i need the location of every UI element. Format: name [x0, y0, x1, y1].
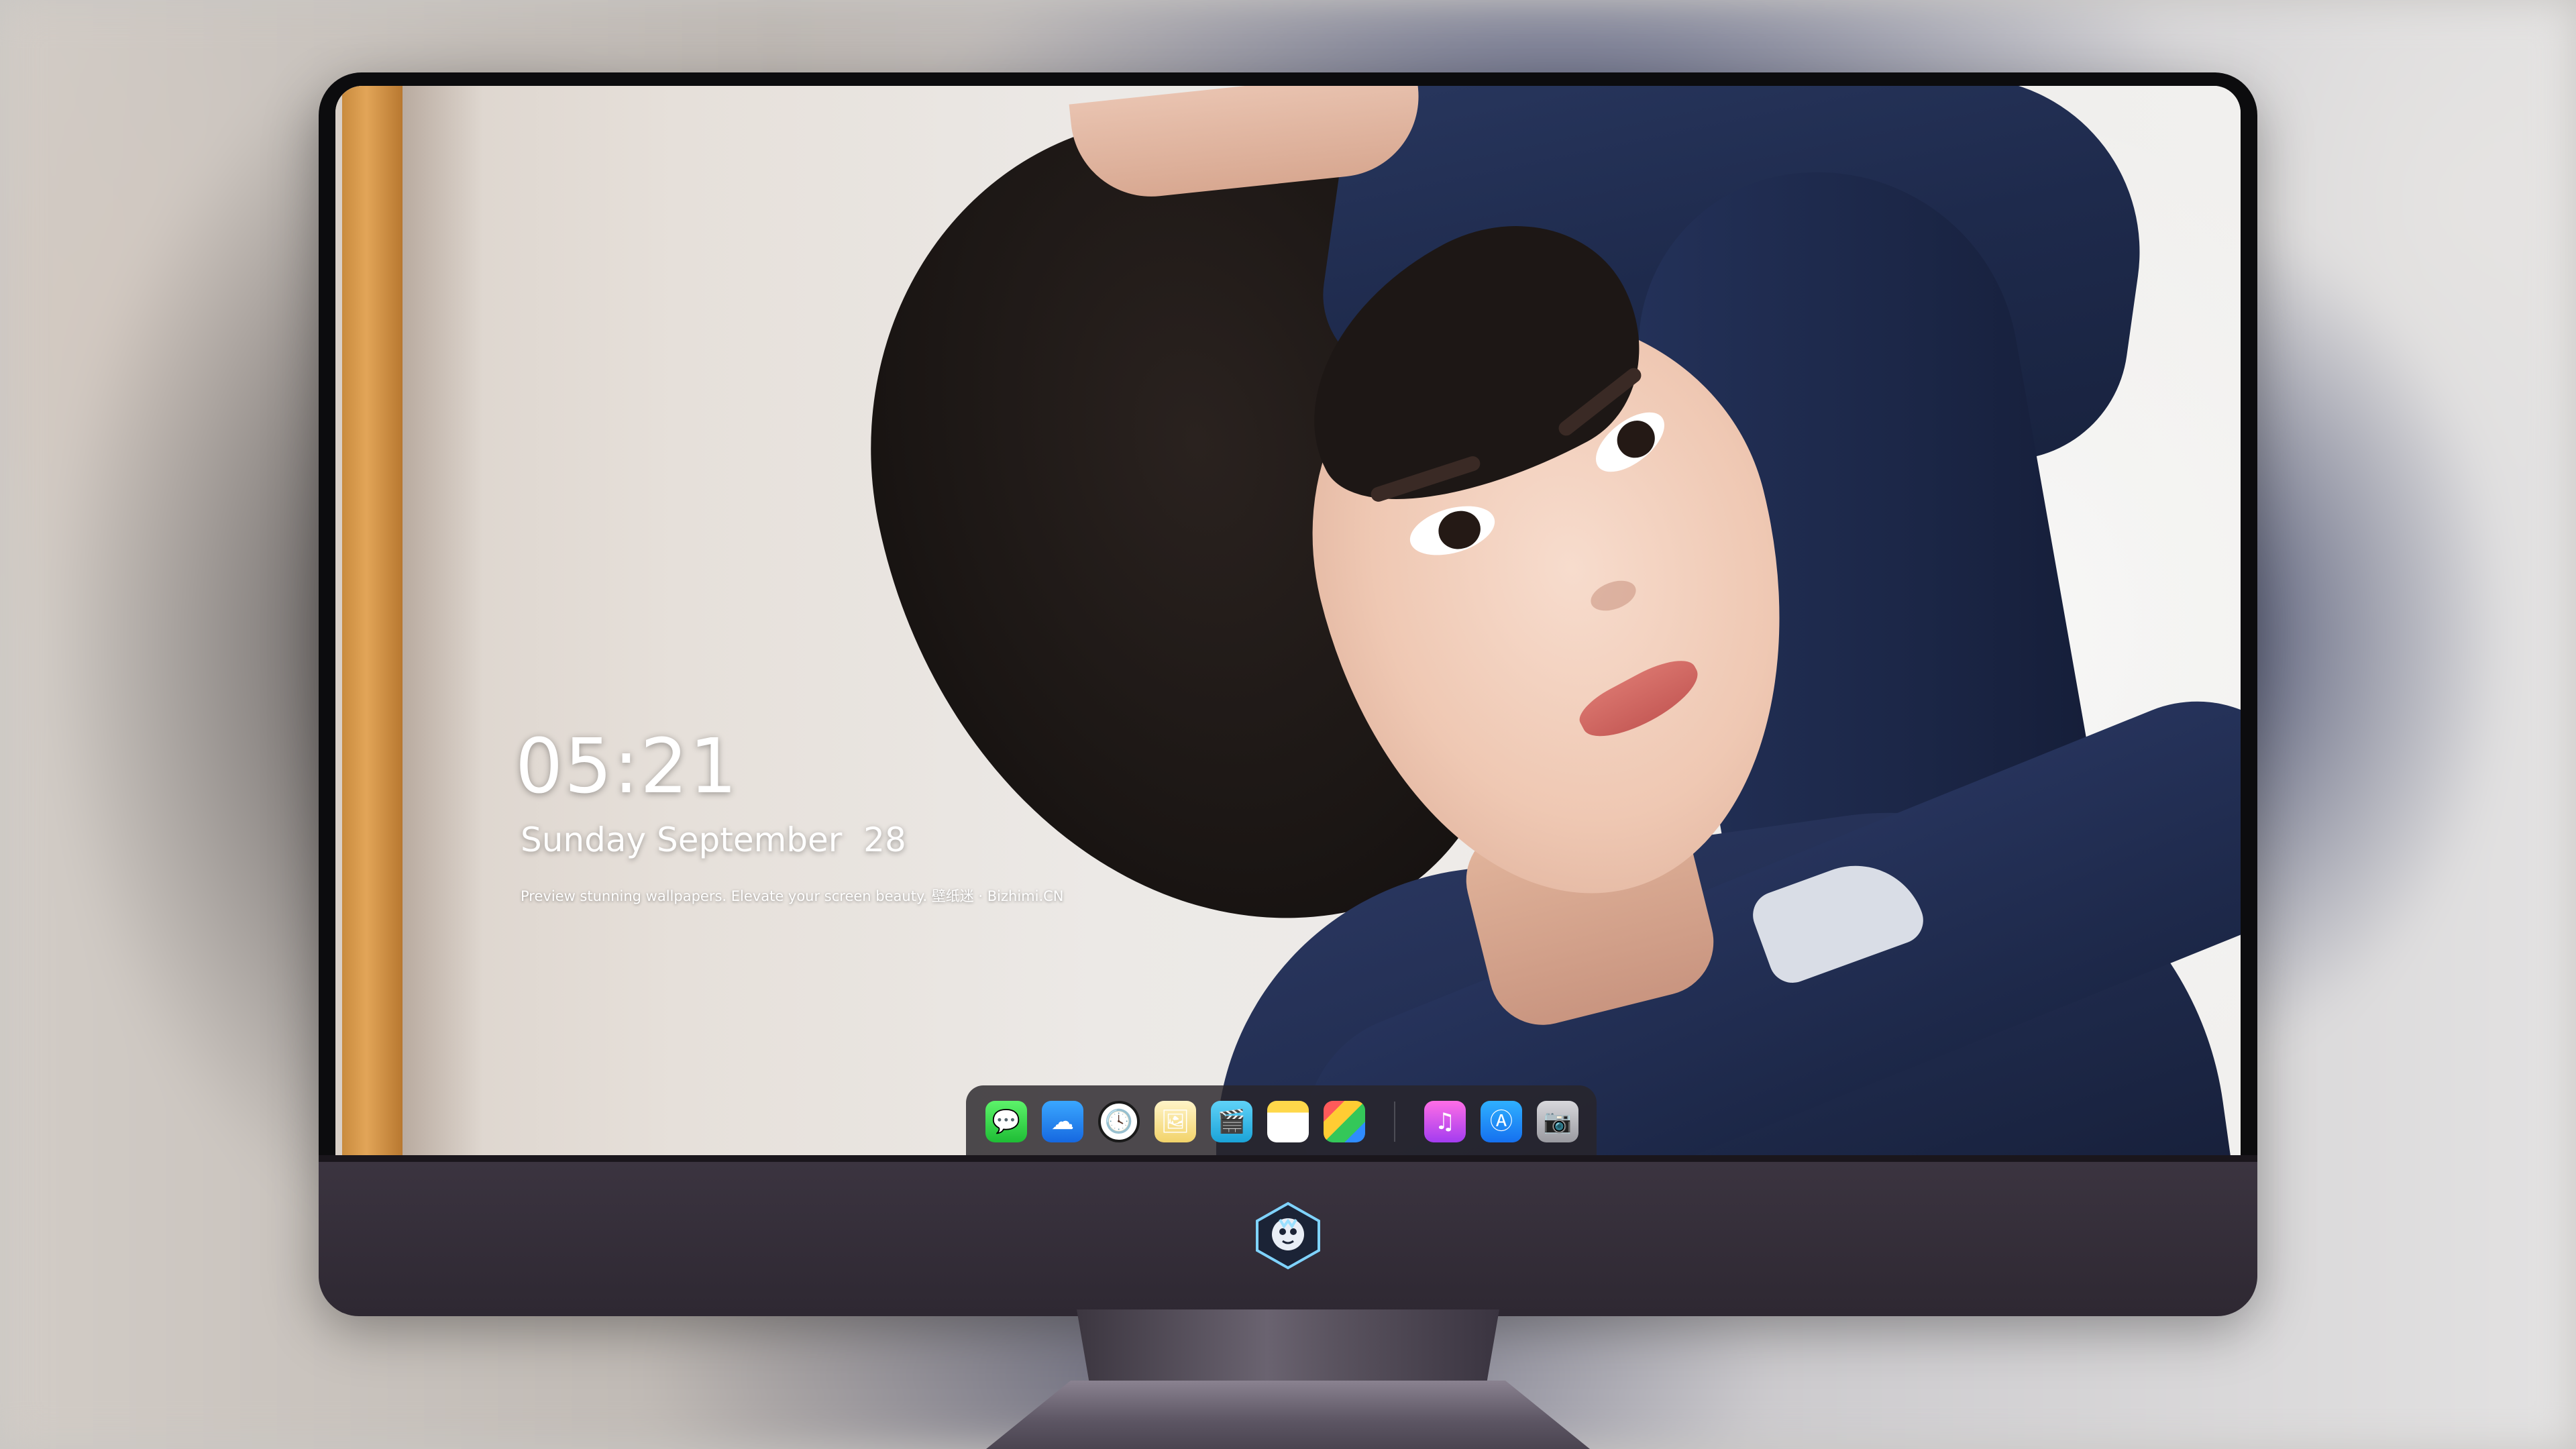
camera-glyph: 📷 [1543, 1108, 1572, 1135]
weather-icon[interactable]: ☁ [1042, 1101, 1083, 1142]
lock-clock-time: 05:21 [515, 723, 739, 810]
wallpaper-door-frame [342, 86, 402, 1155]
photos-icon[interactable] [1324, 1101, 1365, 1142]
clips-glyph: 🎬 [1217, 1108, 1246, 1135]
weather-glyph: ☁ [1051, 1108, 1074, 1135]
music-icon[interactable]: ♫ [1424, 1101, 1466, 1142]
wallpaper-shadow [402, 86, 483, 1155]
app-store-icon[interactable]: Ⓐ [1481, 1101, 1522, 1142]
app-store-glyph: Ⓐ [1490, 1108, 1513, 1135]
clock-icon[interactable]: 🕓 [1098, 1101, 1140, 1142]
lock-screen[interactable]: 05:21 Sunday September 28 Preview stunni… [335, 86, 2241, 1155]
dock: 💬 ☁ 🕓 🖼 🎬 ♫ Ⓐ 📷 [966, 1085, 1597, 1155]
messages-icon[interactable]: 💬 [985, 1101, 1027, 1142]
clock-glyph: 🕓 [1104, 1108, 1134, 1135]
dock-divider [1394, 1102, 1395, 1142]
preview-icon[interactable]: 🖼 [1155, 1101, 1196, 1142]
messages-glyph: 💬 [991, 1108, 1021, 1135]
camera-icon[interactable]: 📷 [1537, 1101, 1578, 1142]
music-glyph: ♫ [1434, 1108, 1456, 1135]
monitor-stand-base [986, 1381, 1590, 1449]
clips-icon[interactable]: 🎬 [1211, 1101, 1252, 1142]
desktop-mockup: 05:21 Sunday September 28 Preview stunni… [0, 0, 2576, 1449]
brand-logo-icon [1256, 1201, 1320, 1270]
lock-date: Sunday September 28 [521, 820, 906, 859]
preview-glyph: 🖼 [1161, 1108, 1190, 1135]
notes-icon[interactable] [1267, 1101, 1309, 1142]
wallpaper-tagline: Preview stunning wallpapers. Elevate you… [521, 888, 1064, 904]
monitor-stand-neck [1077, 1309, 1499, 1383]
